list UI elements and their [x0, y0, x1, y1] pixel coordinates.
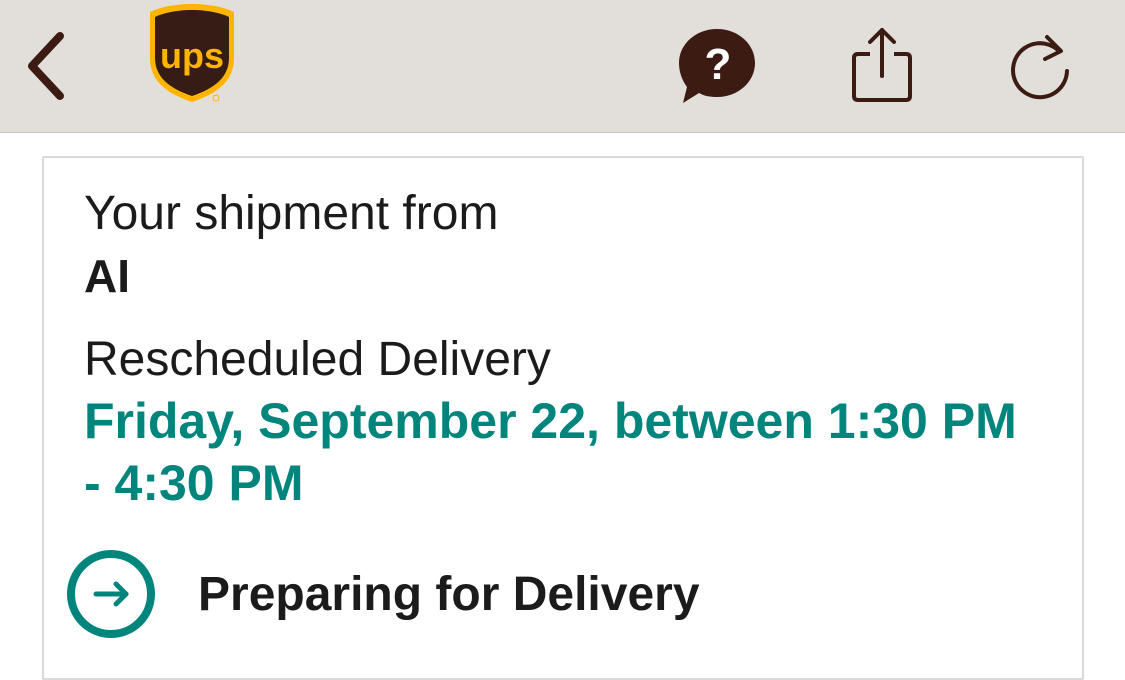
- shipment-from-label: Your shipment from: [84, 187, 499, 240]
- share-icon: [852, 28, 912, 102]
- help-button[interactable]: ?: [674, 24, 760, 108]
- help-bubble-icon: ?: [679, 29, 755, 103]
- delivery-label: Rescheduled Delivery: [84, 333, 551, 386]
- sender-name: AI: [84, 250, 130, 302]
- svg-text:?: ?: [705, 40, 732, 89]
- status-row[interactable]: Preparing for Delivery: [66, 548, 700, 640]
- ups-logo: ups: [146, 2, 238, 106]
- back-button[interactable]: [14, 26, 78, 106]
- app-header: ups ?: [0, 0, 1125, 133]
- status-text: Preparing for Delivery: [198, 567, 700, 621]
- svg-text:ups: ups: [160, 35, 224, 76]
- shipment-card: Your shipment from AI Rescheduled Delive…: [42, 156, 1084, 680]
- chevron-left-icon: [28, 32, 64, 100]
- refresh-icon: [1011, 35, 1069, 100]
- refresh-button[interactable]: [1000, 20, 1084, 110]
- arrow-right-circle-icon: [66, 549, 156, 639]
- share-button[interactable]: [840, 20, 924, 110]
- delivery-window: Friday, September 22, between 1:30 PM - …: [84, 393, 1017, 511]
